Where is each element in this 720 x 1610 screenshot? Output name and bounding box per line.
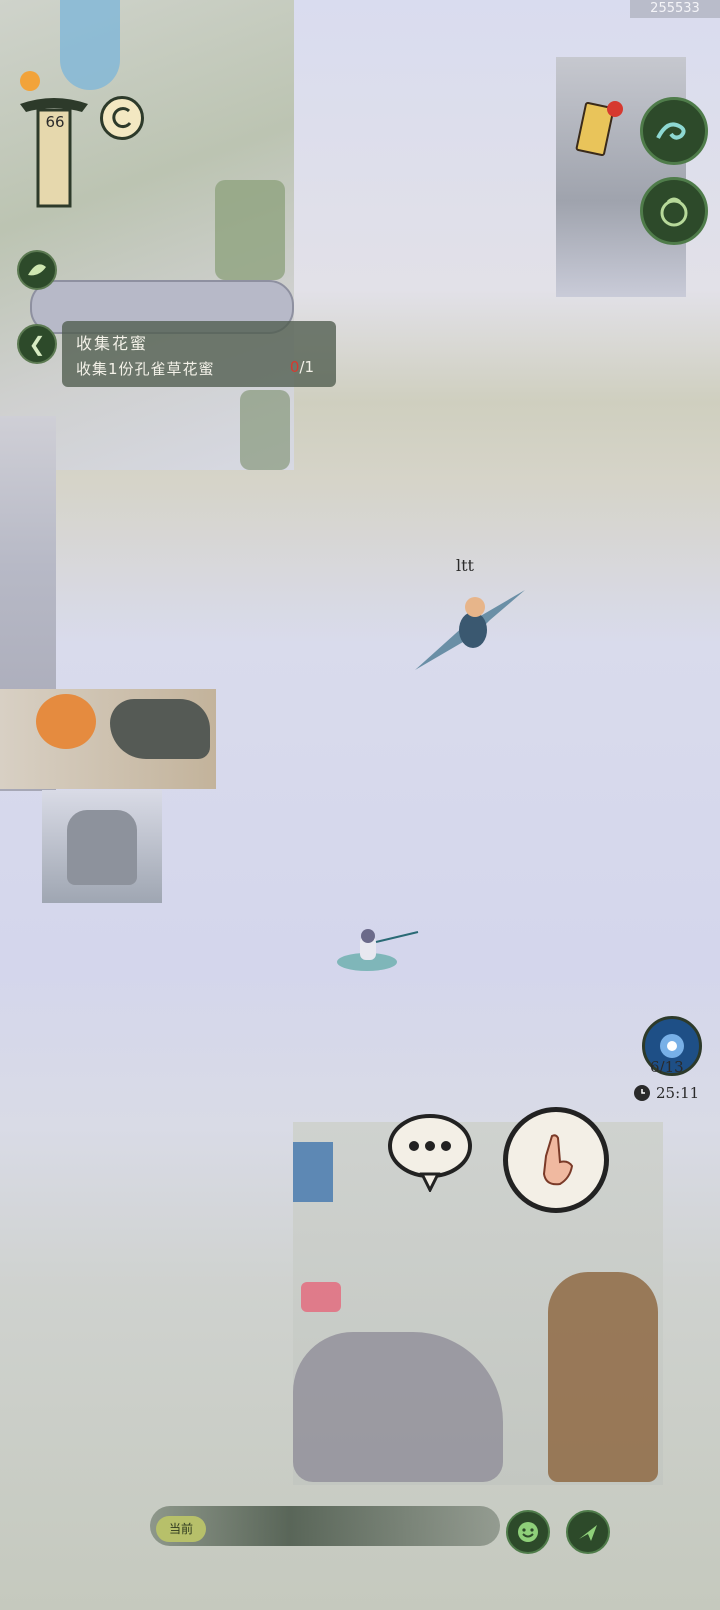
quest-collapse-button[interactable]: ❮ [17,324,57,364]
grey-bird-creature [293,1332,503,1482]
red-crystal [301,1282,341,1312]
quest-progress-total: /1 [299,358,314,376]
scene-tile-top-left [0,0,294,470]
chat-channel-label[interactable]: 当前 [156,1516,206,1542]
spiral-coin-icon[interactable] [100,96,144,140]
player-character[interactable] [332,928,424,973]
timer-text: 25:11 [656,1084,700,1102]
scene-tile-bottom-center [293,1122,663,1485]
player-level: 66 [45,113,65,131]
scene-tile-fountain [42,790,162,903]
scene-tile-orange-tree [0,689,216,789]
energy-counter: 6/13 [650,1058,684,1076]
other-player-name: ltt [456,556,474,575]
quest-title: 收集花蜜 [76,334,149,353]
emoji-icon[interactable] [506,1510,550,1554]
stone-fountain [67,810,137,885]
send-icon[interactable] [566,1510,610,1554]
hand-gesture-icon[interactable] [503,1107,609,1213]
tree-creature [548,1272,658,1482]
chevron-left-icon: ❮ [28,332,46,356]
orange-tree [36,694,96,749]
dark-floating-rock [110,699,210,759]
leaf-icon[interactable] [17,250,57,290]
quest-progress: 0/1 [290,358,314,376]
notification-dot [607,101,623,117]
green-rock [215,180,285,280]
speech-bubble-icon[interactable] [386,1112,474,1194]
quest-tracker[interactable]: 收集花蜜 收集1份孔雀草花蜜 0/1 [62,321,336,387]
orange-dot-icon [20,71,40,91]
pouch-icon[interactable] [640,177,708,245]
other-player-on-bird[interactable] [405,585,530,675]
waterfall [60,0,120,90]
clock-icon [634,1085,650,1101]
hanging-vines [240,390,290,470]
blue-crystal-block [293,1142,333,1202]
quest-progress-current: 0 [289,358,300,376]
wave-icon[interactable] [640,97,708,165]
quest-description: 收集1份孔雀草花蜜 [76,360,215,378]
watermark-id: 255533 [630,0,720,18]
